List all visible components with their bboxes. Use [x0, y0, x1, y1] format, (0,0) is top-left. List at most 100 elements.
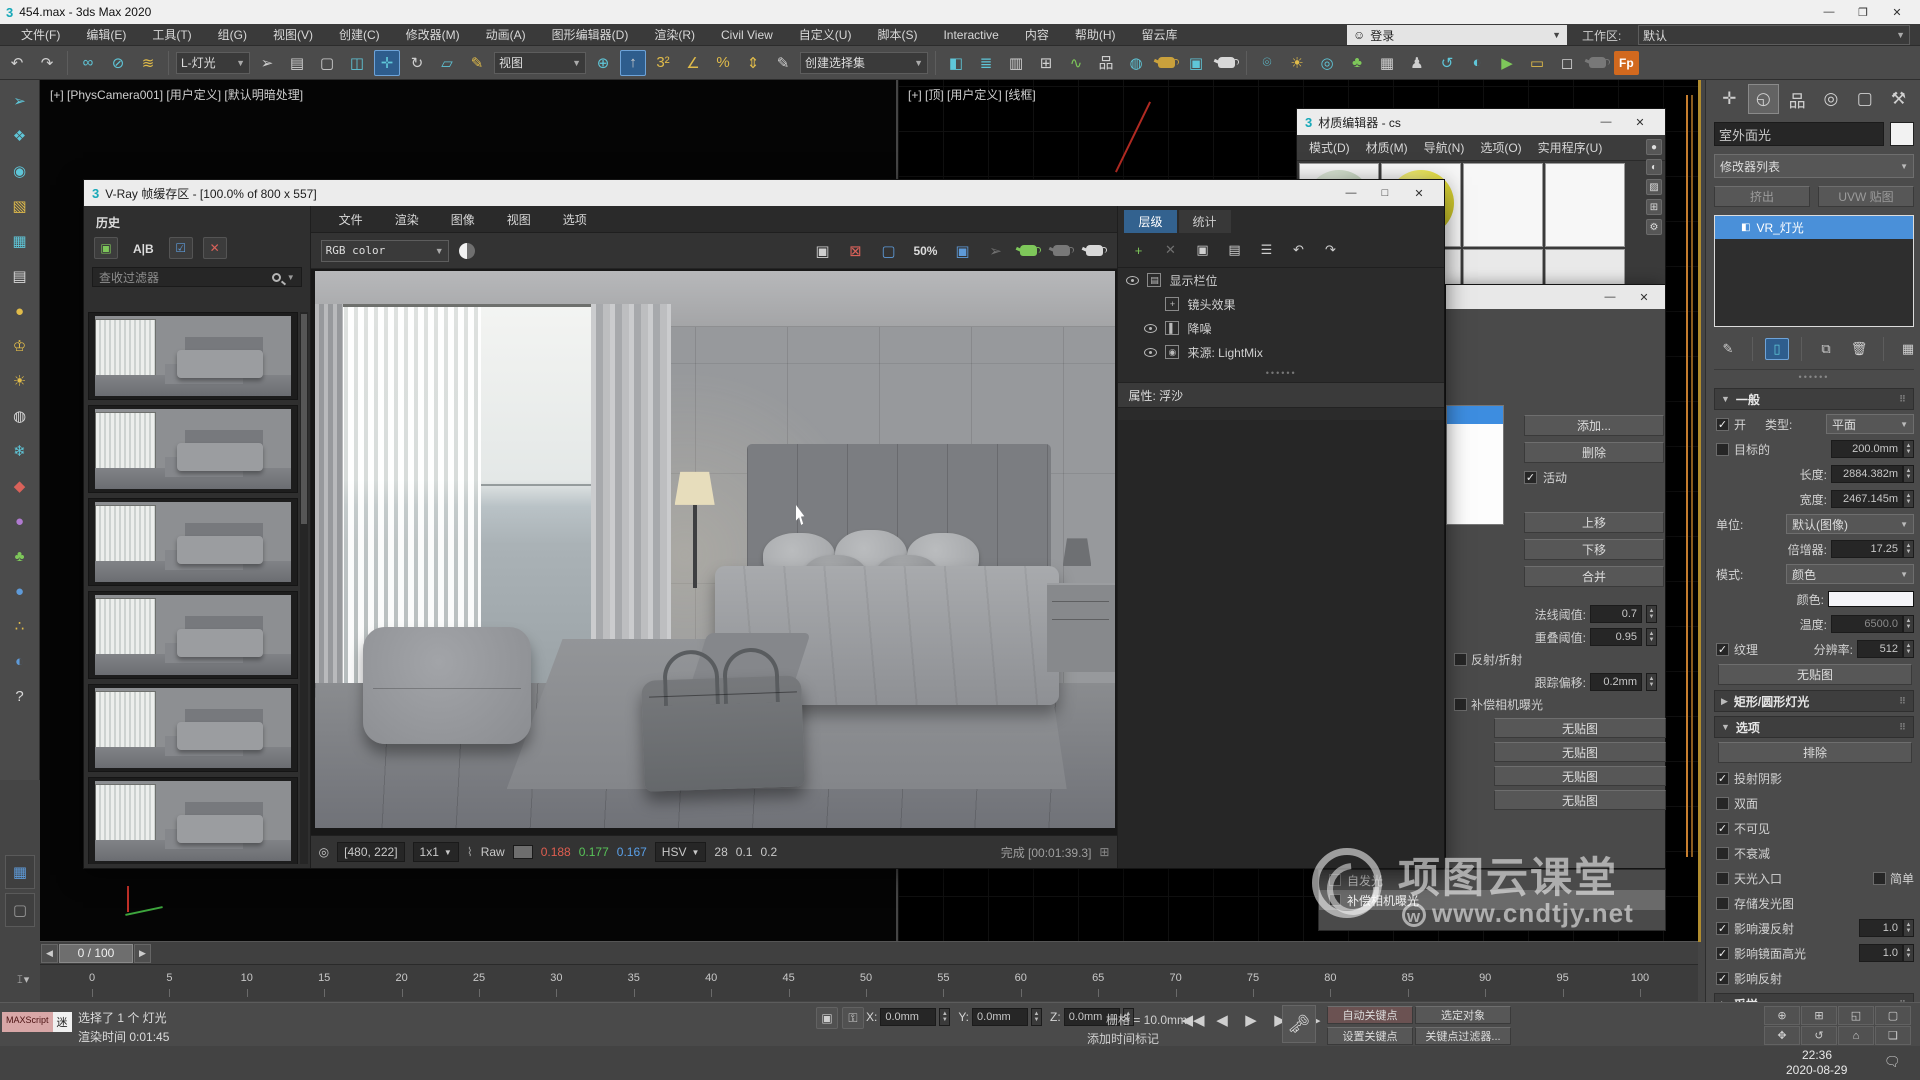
arc-rotate-icon[interactable]: ↺: [1434, 50, 1460, 76]
sphere-purple-icon[interactable]: ●: [7, 508, 33, 534]
fov-icon[interactable]: ◐: [1464, 50, 1490, 76]
undo-icon[interactable]: ↶: [4, 50, 30, 76]
menu-item-9[interactable]: 渲染(R): [641, 24, 708, 46]
menu-item-14[interactable]: 内容: [1012, 24, 1062, 46]
set-key-big-button[interactable]: 🗝: [1282, 1005, 1316, 1043]
add-layer-icon[interactable]: +: [1126, 239, 1150, 261]
option-checkbox[interactable]: ✓: [1716, 822, 1729, 835]
options-icon[interactable]: ⚙: [1646, 219, 1662, 235]
geosphere-icon[interactable]: ◍: [7, 403, 33, 429]
zoom-extents-icon[interactable]: ◱: [1838, 1006, 1874, 1025]
clear-history-icon[interactable]: ✕: [203, 237, 227, 259]
save-history-icon[interactable]: ▣: [94, 237, 118, 259]
time-slider-handle[interactable]: 0 / 100: [59, 944, 133, 963]
coord-field[interactable]: 0.0mm: [880, 1008, 936, 1026]
option-extra-checkbox[interactable]: [1873, 872, 1886, 885]
light-color-swatch[interactable]: [1828, 591, 1914, 607]
units-dropdown[interactable]: 默认(图像)▼: [1786, 514, 1914, 534]
help-icon[interactable]: ?: [7, 683, 33, 709]
layer-row[interactable]: ▌降噪: [1118, 316, 1444, 340]
select-cursor-icon[interactable]: ➢: [7, 88, 33, 114]
prev-key-icon[interactable]: ◀: [1209, 1007, 1235, 1033]
render-outline-teapot-icon[interactable]: [1584, 50, 1610, 76]
rollout-rect-circle-light[interactable]: ▶矩形/圆形灯光⠿: [1714, 690, 1914, 712]
selected-object-dropdown[interactable]: 选定对象: [1415, 1006, 1511, 1024]
unlink-icon[interactable]: ⊘: [105, 50, 131, 76]
menu-item-13[interactable]: Interactive: [930, 24, 1011, 46]
bind-spacewarp-icon[interactable]: ≋: [135, 50, 161, 76]
param-field[interactable]: 0.7: [1590, 605, 1642, 623]
go-start-icon[interactable]: ◀◀: [1180, 1007, 1206, 1033]
camera-icon[interactable]: ◎: [1314, 50, 1340, 76]
viewport-layout-button-a[interactable]: ▦: [5, 855, 35, 889]
render-teapot-icon[interactable]: [1081, 238, 1107, 264]
option-checkbox[interactable]: [1716, 872, 1729, 885]
sun-icon[interactable]: ☀: [1284, 50, 1310, 76]
layer-manager-icon[interactable]: ▥: [1003, 50, 1029, 76]
tiling-icon[interactable]: ⊞: [1646, 199, 1662, 215]
spinner[interactable]: ▲▼: [1031, 1008, 1042, 1026]
sphere-blue-icon[interactable]: ●: [7, 578, 33, 604]
vfb-minimize-button[interactable]: —: [1334, 183, 1368, 203]
render-setup-minimize-button[interactable]: —: [1593, 287, 1627, 307]
tab-stats[interactable]: 统计: [1179, 210, 1231, 233]
pin-stack-icon[interactable]: ✎: [1716, 338, 1740, 360]
set-key-button[interactable]: 设置关键点: [1327, 1027, 1413, 1045]
use-center-icon[interactable]: ↑: [620, 50, 646, 76]
layer-row[interactable]: ▤显示栏位: [1118, 268, 1444, 292]
option-checkbox[interactable]: ✓: [1716, 972, 1729, 985]
active-checkbox[interactable]: ✓: [1524, 471, 1537, 484]
use-pivot-icon[interactable]: ⊕: [590, 50, 616, 76]
camera-viewport-label[interactable]: [+] [PhysCamera001] [用户定义] [默认明暗处理]: [50, 86, 303, 103]
uvw-map-button[interactable]: UVW 贴图: [1818, 186, 1914, 207]
menu-item-6[interactable]: 修改器(M): [393, 24, 473, 46]
extrude-button[interactable]: 挤出: [1714, 186, 1810, 207]
srgb-toggle-icon[interactable]: [459, 243, 475, 259]
login-dropdown[interactable]: ☺ 登录 ▼: [1347, 25, 1567, 45]
select-link-icon[interactable]: ∞: [75, 50, 101, 76]
tab-create-icon[interactable]: ✛: [1714, 84, 1745, 114]
material-slot[interactable]: [1545, 249, 1625, 285]
ribbon-icon[interactable]: ⊞: [1033, 50, 1059, 76]
param-field[interactable]: 0.95: [1590, 628, 1642, 646]
selected-element[interactable]: [1447, 406, 1503, 424]
vfb-maximize-button[interactable]: □: [1368, 183, 1402, 203]
menu-item-4[interactable]: 视图(V): [260, 24, 326, 46]
notification-icon[interactable]: 🗨: [1884, 1054, 1901, 1070]
viewport-layout-button-b[interactable]: ▢: [5, 893, 35, 927]
coord-field[interactable]: 0.0mm: [972, 1008, 1028, 1026]
trackbar-filter-icon[interactable]: 𝙸▾: [16, 973, 29, 987]
no-map-button[interactable]: 无贴图: [1494, 742, 1666, 762]
crown-icon[interactable]: ♔: [7, 333, 33, 359]
no-map-button[interactable]: 无贴图: [1494, 790, 1666, 810]
remove-layer-icon[interactable]: ✕: [1158, 239, 1182, 261]
tab-utilities-icon[interactable]: ⚒: [1883, 84, 1914, 114]
grid-corner-icon[interactable]: ⊞: [1099, 845, 1109, 859]
object-color-swatch[interactable]: [1890, 122, 1914, 146]
app-close-button[interactable]: ✕: [1880, 2, 1914, 22]
app-maximize-button[interactable]: ❐: [1846, 2, 1880, 22]
material-editor-minimize-button[interactable]: —: [1589, 112, 1623, 132]
channel-dropdown[interactable]: RGB color ▼: [321, 240, 449, 262]
material-slot[interactable]: [1463, 249, 1543, 285]
render-teapot-icon[interactable]: [1213, 50, 1239, 76]
render-setup-close-button[interactable]: ✕: [1627, 287, 1661, 307]
mode-dropdown[interactable]: 颜色▼: [1786, 564, 1914, 584]
angle-snap-icon[interactable]: ∠: [680, 50, 706, 76]
pan-icon[interactable]: ✥: [1764, 1026, 1800, 1045]
spinner[interactable]: ▲▼: [939, 1008, 950, 1026]
param-field[interactable]: 0.2mm: [1590, 673, 1642, 691]
crossing-icon[interactable]: ◫: [344, 50, 370, 76]
edit-selset-icon[interactable]: ✎: [770, 50, 796, 76]
clamp-icon[interactable]: ⌇: [467, 845, 473, 859]
workspace-dropdown[interactable]: 默认 ▼: [1638, 25, 1910, 45]
texture-checkbox[interactable]: ✓: [1716, 643, 1729, 656]
last-render-teapot-icon[interactable]: [1048, 238, 1074, 264]
track-mouse-icon[interactable]: ➢: [982, 238, 1008, 264]
menu-item-0[interactable]: 文件(F): [8, 24, 73, 46]
history-item[interactable]: [88, 498, 298, 586]
ipr-teapot-icon[interactable]: [1015, 238, 1041, 264]
vfb-menu-item-1[interactable]: 渲染: [379, 208, 435, 230]
stack-item-vraylight[interactable]: ◧ VR_灯光: [1715, 216, 1913, 239]
redo-icon[interactable]: ↷: [34, 50, 60, 76]
